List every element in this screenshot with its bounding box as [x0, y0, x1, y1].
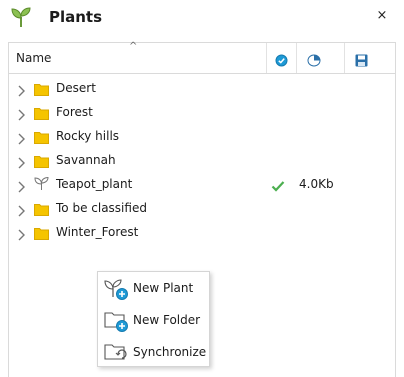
column-divider[interactable] [266, 43, 267, 73]
column-header-name[interactable]: Name [16, 51, 51, 65]
menu-item-synchronize[interactable]: Synchronize [98, 337, 209, 367]
plant-sprout-icon [9, 5, 33, 33]
new-folder-icon [104, 309, 130, 337]
column-divider[interactable] [296, 43, 297, 73]
row-label: Desert [56, 81, 96, 95]
row-label: Rocky hills [56, 129, 120, 143]
folder-icon [34, 129, 49, 148]
chevron-right-icon[interactable] [17, 130, 26, 149]
new-plant-icon [104, 277, 130, 305]
window-title: Plants [49, 8, 103, 26]
folder-icon [34, 225, 49, 244]
menu-item-label: New Folder [133, 313, 201, 327]
title-bar: Plants × [0, 0, 404, 34]
row-label: Forest [56, 105, 93, 119]
row-label: Winter_Forest [56, 225, 139, 239]
table-row[interactable]: Desert [9, 76, 395, 100]
row-label: Savannah [56, 153, 116, 167]
sort-indicator[interactable]: ^ [129, 41, 137, 52]
folder-icon [34, 201, 49, 220]
chevron-right-icon[interactable] [17, 226, 26, 245]
menu-item-label: New Plant [133, 281, 194, 295]
disk-usage-column-icon[interactable] [307, 52, 321, 71]
folder-icon [34, 105, 49, 124]
status-column-icon[interactable] [275, 52, 288, 71]
column-divider[interactable] [344, 43, 345, 73]
close-button[interactable]: × [372, 6, 392, 26]
chevron-right-icon[interactable] [17, 154, 26, 173]
chevron-right-icon[interactable] [17, 202, 26, 221]
menu-item-label: Synchronize [133, 345, 207, 359]
table-header: ^ Name [9, 41, 395, 74]
row-label: Teapot_plant [56, 177, 133, 191]
plant-icon [34, 176, 49, 195]
synced-check-icon [271, 177, 285, 196]
table-row[interactable]: Teapot_plant 4.0Kb [9, 172, 395, 196]
table-row[interactable]: Forest [9, 100, 395, 124]
menu-item-new-folder[interactable]: New Folder [98, 305, 209, 335]
chevron-right-icon[interactable] [17, 106, 26, 125]
table-row[interactable]: Rocky hills [9, 124, 395, 148]
table-row[interactable]: Savannah [9, 148, 395, 172]
folder-icon [34, 81, 49, 100]
row-size: 4.0Kb [299, 177, 334, 191]
chevron-right-icon[interactable] [17, 82, 26, 101]
context-menu: New Plant New Folder Synchronize [97, 271, 210, 367]
menu-item-new-plant[interactable]: New Plant [98, 273, 209, 303]
row-label: To be classified [56, 201, 147, 215]
save-column-icon[interactable] [355, 52, 368, 71]
synchronize-icon [104, 341, 130, 369]
folder-icon [34, 153, 49, 172]
chevron-right-icon[interactable] [17, 178, 26, 197]
table-row[interactable]: Winter_Forest [9, 220, 395, 244]
table-row[interactable]: To be classified [9, 196, 395, 220]
